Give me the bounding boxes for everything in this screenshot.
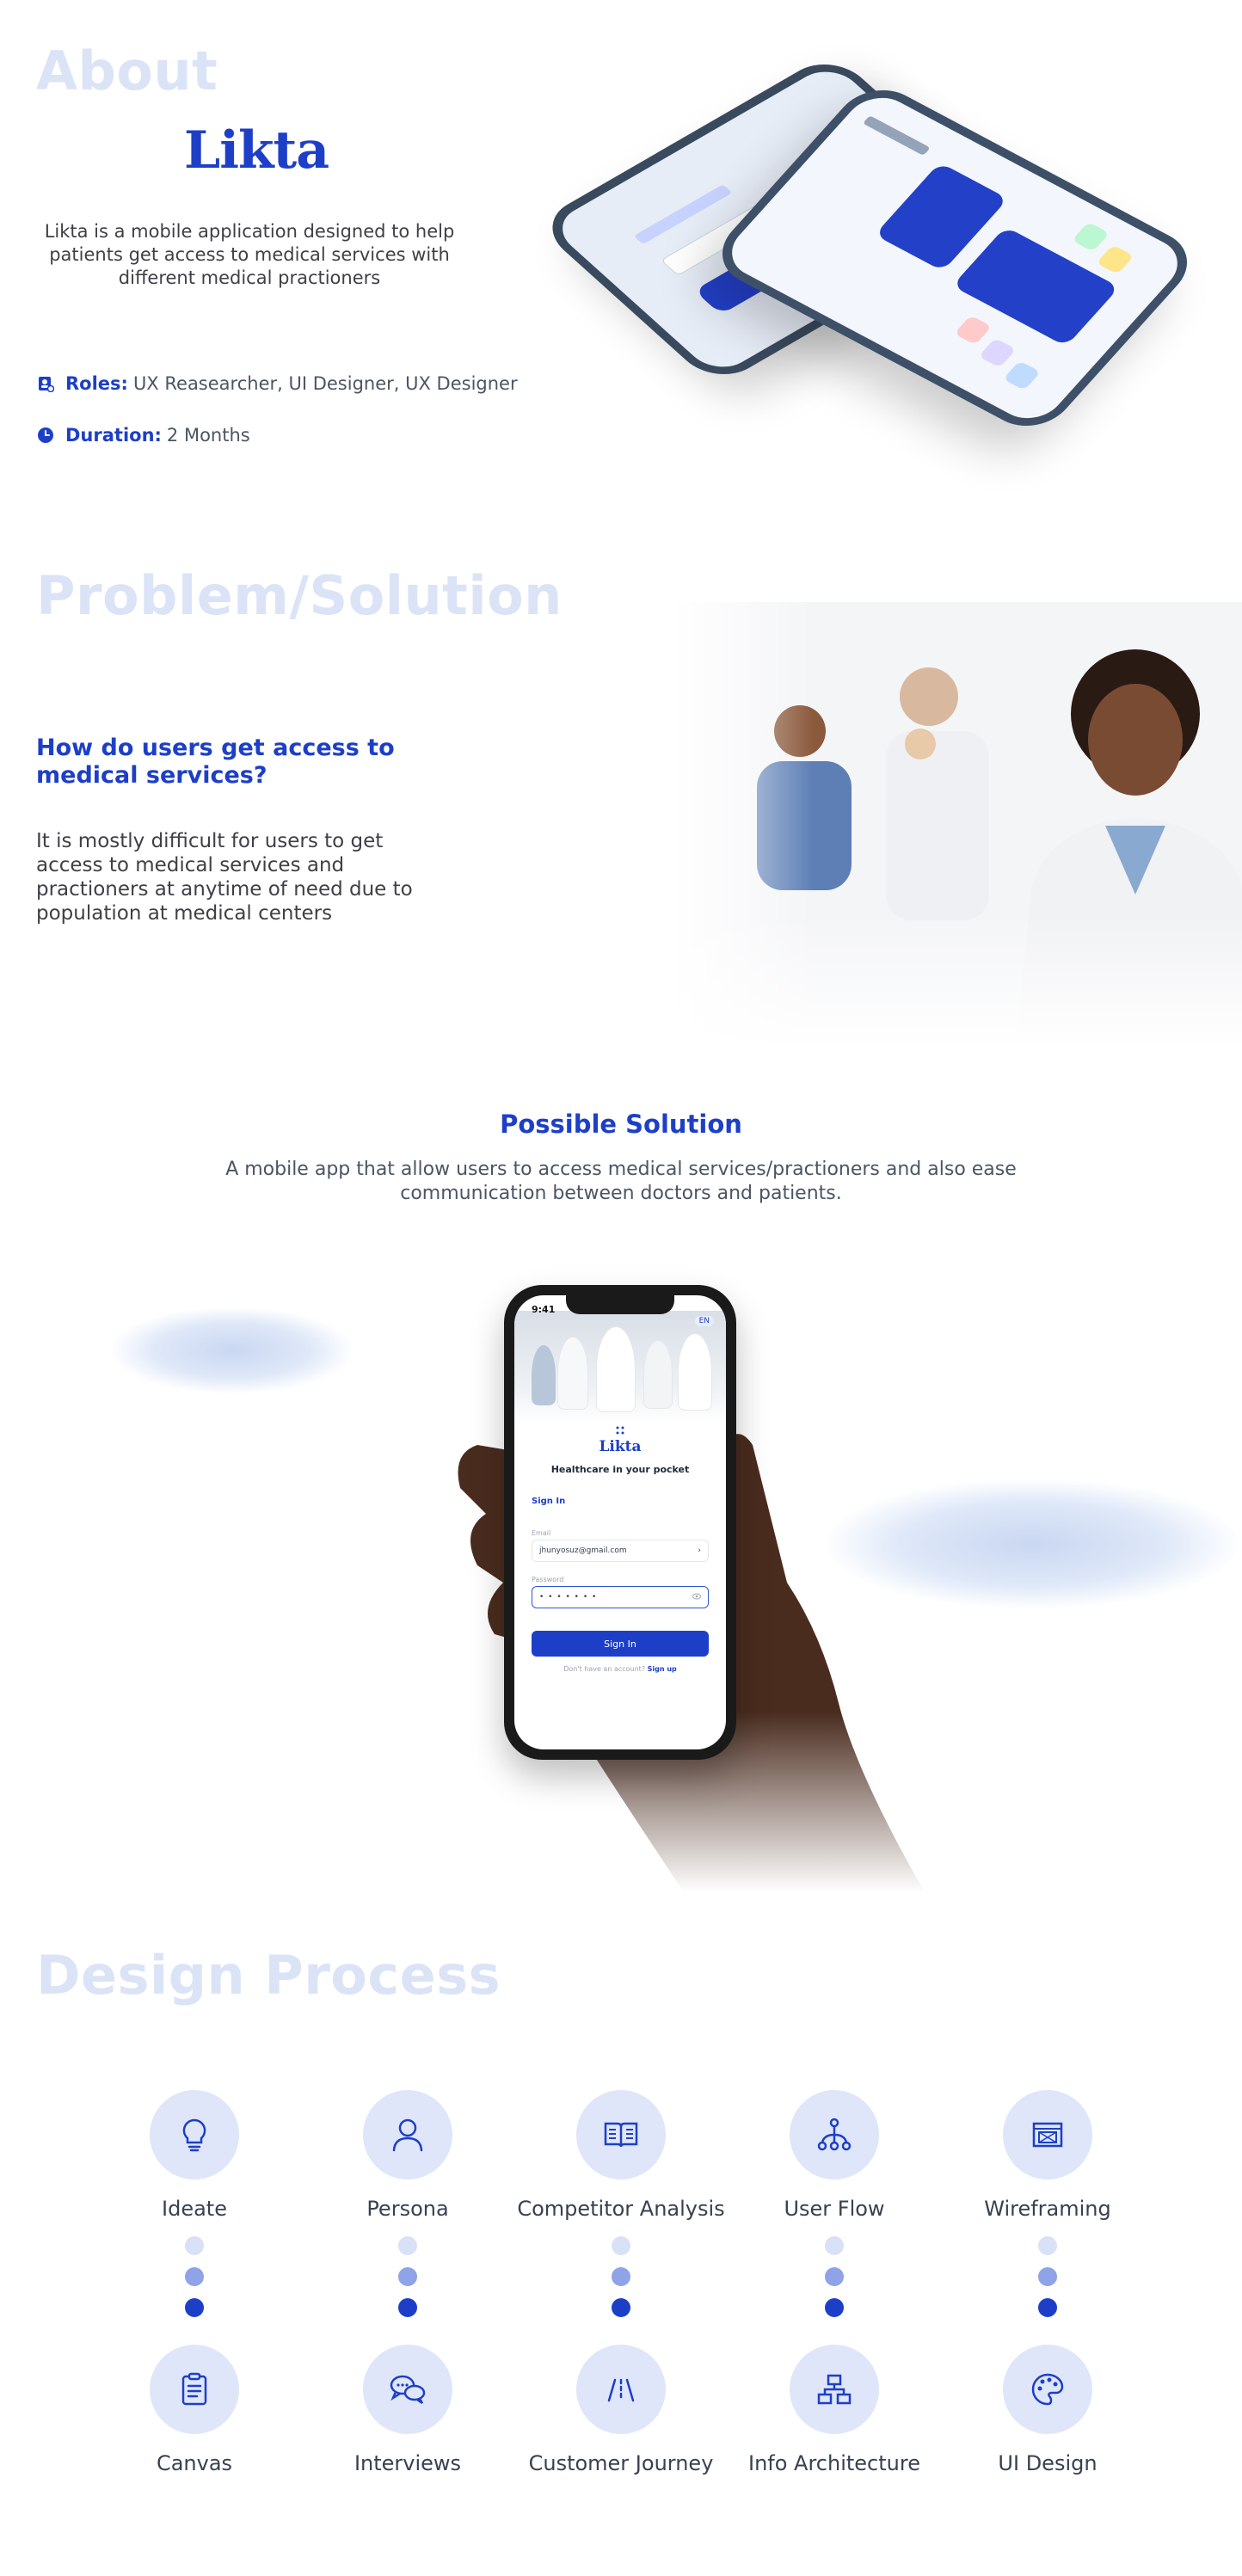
- step-ideate: Ideate: [83, 2090, 306, 2221]
- progress-dot-mid: [825, 2267, 844, 2286]
- cloud-left: [112, 1307, 353, 1393]
- phone-screen: 9:41 EN Likta Healthcare in your pocket …: [514, 1295, 726, 1749]
- email-field[interactable]: jhunyosuz@gmail.com ›: [532, 1540, 709, 1562]
- phone-login-mockup: 9:41 EN Likta Healthcare in your pocket …: [504, 1285, 736, 1760]
- step-wireframing: Wireframing: [936, 2090, 1159, 2221]
- progress-dot-dark: [825, 2298, 844, 2317]
- user-icon: [363, 2090, 452, 2179]
- signup-prompt: Don't have an account? Sign up: [514, 1665, 726, 1673]
- password-field[interactable]: • • • • • • •: [532, 1586, 709, 1608]
- signin-heading: Sign In: [532, 1497, 566, 1506]
- step-label: Canvas: [156, 2451, 233, 2475]
- status-time: 9:41: [532, 1304, 556, 1315]
- step-label: Competitor Analysis: [517, 2197, 725, 2221]
- step-label: Ideate: [162, 2197, 227, 2221]
- step-label: UI Design: [998, 2451, 1098, 2475]
- journey-icon: [576, 2345, 666, 2434]
- progress-dot-dark: [398, 2298, 417, 2317]
- step-user-flow: User Flow: [722, 2090, 946, 2221]
- step-label: Customer Journey: [528, 2451, 714, 2475]
- progress-dot-light: [185, 2236, 204, 2255]
- progress-dot-light: [1038, 2236, 1057, 2255]
- book-icon: [576, 2090, 666, 2179]
- step-persona: Persona: [296, 2090, 520, 2221]
- progress-dot-mid: [1038, 2267, 1057, 2286]
- phone-tagline: Healthcare in your pocket: [550, 1464, 690, 1475]
- password-value: • • • • • • •: [539, 1593, 598, 1602]
- signup-link[interactable]: Sign up: [648, 1665, 677, 1673]
- step-label: Info Architecture: [748, 2451, 920, 2475]
- roles-row: Roles: UX Reasearcher, UI Designer, UX D…: [36, 373, 518, 394]
- lightbulb-icon: [150, 2090, 239, 2179]
- possible-solution-title: Possible Solution: [500, 1110, 742, 1139]
- progress-dot-dark: [1038, 2298, 1057, 2317]
- problem-description: It is mostly difficult for users to get …: [36, 830, 413, 925]
- password-label: Password: [532, 1576, 564, 1583]
- step-label: User Flow: [784, 2197, 885, 2221]
- step-label: Persona: [366, 2197, 449, 2221]
- flow-icon: [790, 2090, 879, 2179]
- phone-logo: Likta: [599, 1438, 642, 1455]
- duration-row: Duration: 2 Months: [36, 425, 250, 446]
- design-process-section-title: Design Process: [36, 1944, 501, 2007]
- palette-icon: [1003, 2345, 1092, 2434]
- progress-dot-mid: [185, 2267, 204, 2286]
- progress-dot-mid: [612, 2267, 630, 2286]
- signin-button[interactable]: Sign In: [532, 1631, 709, 1657]
- possible-solution-description: A mobile app that allow users to access …: [225, 1159, 1017, 1204]
- signup-prompt-text: Don't have an account?: [563, 1665, 646, 1673]
- email-label: Email: [532, 1529, 551, 1537]
- progress-dot-dark: [612, 2298, 630, 2317]
- about-section-title: About: [36, 40, 218, 102]
- about-description: Likta is a mobile application designed t…: [44, 221, 455, 288]
- phone-notch: [566, 1295, 674, 1314]
- progress-dot-dark: [185, 2298, 204, 2317]
- step-info-architecture: Info Architecture: [722, 2345, 946, 2475]
- sitemap-icon: [790, 2345, 879, 2434]
- step-canvas: Canvas: [83, 2345, 306, 2475]
- chevron-right-icon: ›: [698, 1546, 701, 1555]
- step-competitor-analysis: Competitor Analysis: [509, 2090, 733, 2221]
- progress-dot-light: [612, 2236, 630, 2255]
- duration-value: 2 Months: [166, 425, 250, 446]
- email-value: jhunyosuz@gmail.com: [539, 1546, 627, 1555]
- progress-dot-mid: [398, 2267, 417, 2286]
- eye-icon[interactable]: [692, 1593, 701, 1602]
- clipboard-icon: [150, 2345, 239, 2434]
- language-selector[interactable]: EN: [694, 1316, 714, 1326]
- badge-icon: [36, 374, 55, 393]
- step-interviews: Interviews: [296, 2345, 520, 2475]
- progress-dot-light: [825, 2236, 844, 2255]
- progress-dot-light: [398, 2236, 417, 2255]
- step-customer-journey: Customer Journey: [509, 2345, 733, 2475]
- hero-doctors-image: [514, 1311, 726, 1423]
- problem-question: How do users get access to medical servi…: [36, 735, 395, 789]
- logo-mark-icon: [616, 1426, 624, 1435]
- roles-value: UX Reasearcher, UI Designer, UX Designer: [132, 373, 518, 394]
- step-label: Wireframing: [984, 2197, 1111, 2221]
- problem-section-title: Problem/Solution: [36, 564, 563, 627]
- clock-icon: [36, 426, 55, 445]
- roles-label: Roles:: [65, 373, 128, 394]
- doctors-photo: [671, 602, 1242, 1049]
- duration-label: Duration:: [65, 425, 162, 446]
- wireframe-icon: [1003, 2090, 1092, 2179]
- step-label: Interviews: [354, 2451, 462, 2475]
- likta-logo: Likta: [184, 120, 329, 181]
- chat-icon: [363, 2345, 452, 2434]
- step-ui-design: UI Design: [936, 2345, 1159, 2475]
